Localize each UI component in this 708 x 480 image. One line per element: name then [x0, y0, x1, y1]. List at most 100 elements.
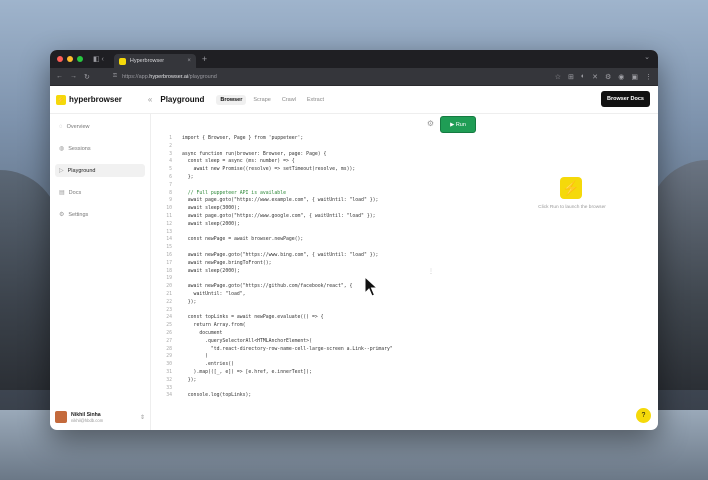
tab-extract[interactable]: Extract [303, 95, 328, 105]
play-icon: ▷ [59, 168, 64, 174]
sidebar-item-label: Overview [66, 123, 90, 130]
line-number: 3 [169, 151, 172, 157]
tab-scrape[interactable]: Scrape [249, 95, 274, 105]
code-line[interactable]: 14 const newPage = await browser.newPage… [156, 236, 480, 244]
code-line[interactable]: 22 }); [156, 299, 480, 307]
code-text: const topLinks = await newPage.evaluate(… [182, 315, 324, 321]
tab-crawl[interactable]: Crawl [278, 95, 300, 105]
line-number: 18 [166, 268, 172, 274]
code-line[interactable]: 2 [156, 143, 480, 151]
settings-icon[interactable]: ⚙ [427, 119, 434, 128]
url-path: /playground [188, 73, 217, 80]
code-text: "td.react-directory-row-name-cell-large-… [182, 346, 393, 352]
code-line[interactable]: 20 await newPage.goto("https://github.co… [156, 283, 480, 291]
code-line[interactable]: 25 return Array.from( [156, 322, 480, 330]
code-line[interactable]: 8 // Full puppeteer API is available [156, 190, 480, 198]
code-text: .querySelectorAll<HTMLAnchorElement>( [182, 338, 312, 344]
line-number: 30 [166, 362, 172, 368]
browser-docs-button[interactable]: Browser Docs [601, 91, 650, 107]
extension-icon[interactable]: ◐ [581, 73, 585, 81]
code-text: return Array.from( [182, 323, 246, 329]
code-line[interactable]: 10 await sleep(3000); [156, 205, 480, 213]
url-field[interactable]: ⚿ https://app. hyperbrowser.ai/playground [97, 71, 555, 82]
tab-list-icon[interactable]: ⌄ [644, 53, 650, 61]
line-number: 16 [166, 252, 172, 258]
code-text: await sleep(2000); [182, 268, 240, 274]
code-line[interactable]: 16 await newPage.goto("https://www.bing.… [156, 252, 480, 260]
bookmark-icon[interactable]: ☆ [555, 73, 561, 81]
maximize-window-button[interactable] [77, 56, 83, 62]
code-line[interactable]: 3 async function run(browser: Browser, pa… [156, 151, 480, 159]
logo[interactable]: ⚡ hyperbrowser [56, 94, 122, 105]
sidebar-item-playground[interactable]: ▷ Playground [55, 164, 145, 177]
user-menu[interactable]: Nikhil Sinha nikhil@hbdb.com ⇕ [55, 408, 145, 426]
code-line[interactable]: 13 [156, 229, 480, 237]
code-line[interactable]: 28 "td.react-directory-row-name-cell-lar… [156, 346, 480, 354]
extension-icon[interactable]: ⊞ [568, 73, 574, 81]
code-line[interactable]: 4 const sleep = async (ms: number) => { [156, 158, 480, 166]
line-number: 31 [166, 369, 172, 375]
extension-icon[interactable]: ▣ [631, 73, 638, 81]
line-number: 22 [166, 299, 172, 305]
code-line[interactable]: 23 [156, 307, 480, 315]
code-text: await newPage.bringToFront(); [182, 260, 272, 266]
help-button[interactable]: ? [636, 408, 651, 423]
code-line[interactable]: 9 await page.goto("https://www.example.c… [156, 197, 480, 205]
sidebar-item-docs[interactable]: ▤ Docs [55, 186, 145, 199]
line-number: 32 [166, 377, 172, 383]
chevron-updown-icon[interactable]: ⇕ [140, 414, 145, 421]
code-text: // Full puppeteer API is available [182, 190, 286, 196]
new-tab-button[interactable]: + [202, 54, 207, 64]
code-line[interactable]: 1 import { Browser, Page } from 'puppetee… [156, 135, 480, 143]
code-line[interactable]: 12 await sleep(2000); [156, 221, 480, 229]
forward-icon[interactable]: → [70, 73, 77, 80]
menu-icon[interactable]: ⋮ [645, 73, 652, 81]
resize-handle-icon[interactable]: ⋮ [428, 268, 434, 275]
reload-icon[interactable]: ↻ [84, 73, 90, 81]
code-line[interactable]: 15 [156, 244, 480, 252]
extension-icon[interactable]: ✕ [592, 73, 598, 81]
sidebar-item-sessions[interactable]: ◍ Sessions [55, 142, 145, 155]
extension-icon[interactable]: ◉ [618, 73, 624, 81]
code-line[interactable]: 7 [156, 182, 480, 190]
close-window-button[interactable] [57, 56, 63, 62]
line-number: 13 [166, 229, 172, 235]
code-line[interactable]: 6 }; [156, 174, 480, 182]
code-line[interactable]: 26 document [156, 330, 480, 338]
code-line[interactable]: 30 .entries() [156, 361, 480, 369]
code-line[interactable]: 34 console.log(topLinks); [156, 392, 480, 400]
code-text: }; [182, 174, 194, 180]
code-line[interactable]: 19 [156, 275, 480, 283]
line-number: 14 [166, 237, 172, 243]
sidebar-item-settings[interactable]: ⚙ Settings [55, 208, 145, 221]
browser-tab[interactable]: Hyperbrowser × [113, 54, 196, 68]
tab-arrows-icon[interactable]: ◧ ‹ [93, 55, 104, 63]
minimize-window-button[interactable] [67, 56, 73, 62]
run-button[interactable]: ▶ Run [440, 116, 476, 133]
code-line[interactable]: 21 waitUntil: "load", [156, 291, 480, 299]
user-email: nikhil@hbdb.com [71, 417, 104, 423]
extension-icon[interactable]: ⚙ [605, 73, 611, 81]
sidebar-item-overview[interactable]: ◌ Overview [55, 120, 145, 133]
code-line[interactable]: 31 ).map(([_, e]) => [e.href, e.innerTex… [156, 369, 480, 377]
url-domain: hyperbrowser.ai [149, 73, 189, 80]
code-text: document [182, 330, 223, 336]
code-line[interactable]: 11 await page.goto("https://www.google.c… [156, 213, 480, 221]
code-text: ) [182, 354, 208, 360]
circle-icon: ◌ [59, 123, 63, 130]
code-line[interactable]: 33 [156, 385, 480, 393]
code-line[interactable]: 32 }); [156, 377, 480, 385]
tab-close-icon[interactable]: × [187, 58, 191, 64]
tab-browser[interactable]: Browser [216, 94, 247, 105]
code-line[interactable]: 27 .querySelectorAll<HTMLAnchorElement>( [156, 338, 480, 346]
back-icon[interactable]: ← [56, 73, 63, 80]
globe-icon: ◍ [59, 146, 65, 152]
browser-preview: ⚡ Click Run to launch the browser ? [482, 113, 658, 430]
code-text: }); [182, 377, 197, 383]
collapse-sidebar-icon[interactable]: « [148, 95, 152, 104]
line-number: 5 [169, 167, 172, 173]
code-line[interactable]: 29 ) [156, 353, 480, 361]
code-line[interactable]: 24 const topLinks = await newPage.evalua… [156, 314, 480, 322]
code-line[interactable]: 17 await newPage.bringToFront(); [156, 260, 480, 268]
code-line[interactable]: 5 await new Promise((resolve) => setTime… [156, 166, 480, 174]
